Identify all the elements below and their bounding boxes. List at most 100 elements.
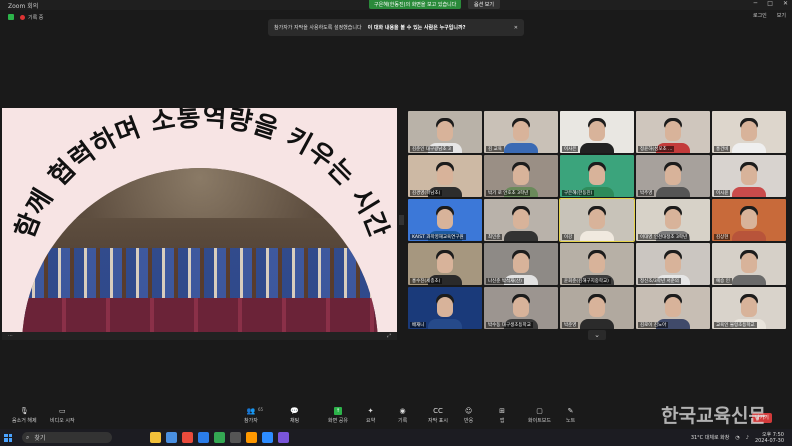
- participant-face: [437, 253, 453, 273]
- reactions-icon: ☺: [464, 407, 473, 415]
- participant-face: [513, 253, 529, 273]
- participant-name: 박수동 대구생초등학교: [486, 322, 533, 328]
- participant-face: [513, 165, 529, 185]
- taskbar-app-icon[interactable]: [182, 432, 193, 443]
- taskbar-app-icon[interactable]: [246, 432, 257, 443]
- toolbar-chat-button[interactable]: 💬 채팅: [290, 407, 299, 424]
- wifi-icon[interactable]: ◔: [735, 435, 739, 441]
- taskbar-search[interactable]: ⌕ 찾기: [22, 432, 112, 443]
- participant-tile[interactable]: 김 교육: [484, 111, 558, 153]
- toolbar-summary-button[interactable]: ✦ 요약: [366, 407, 375, 424]
- participant-face: [513, 209, 529, 229]
- share-menu-icon[interactable]: ⋯: [8, 333, 13, 339]
- taskbar-app-icon[interactable]: [166, 432, 177, 443]
- record-icon: ◉: [399, 407, 406, 415]
- taskbar-app-icon[interactable]: [262, 432, 273, 443]
- participant-tile[interactable]: 김경영(학남초): [408, 155, 482, 197]
- participant-face: [589, 165, 605, 185]
- participant-tile[interactable]: 윤회준(김해구지중학교): [560, 243, 634, 285]
- share-zoom-icon[interactable]: ⤢: [387, 333, 391, 339]
- participant-tile[interactable]: 김상현: [712, 199, 786, 241]
- participant-count: 65: [258, 407, 264, 412]
- participant-body: [732, 231, 766, 241]
- participant-name: 구은혜(한동진): [562, 190, 595, 196]
- participant-tile[interactable]: 배재니: [408, 287, 482, 329]
- participant-tile[interactable]: 이사은: [560, 111, 634, 153]
- participant-face: [665, 165, 681, 185]
- whiteboard-icon: ▢: [536, 407, 543, 415]
- taskbar-clock[interactable]: 오후 7:50 2024-07-30: [755, 432, 784, 444]
- volume-icon[interactable]: ♪: [746, 435, 749, 441]
- participant-tile[interactable]: 나신준 박석재(산): [484, 243, 558, 285]
- participant-body: [428, 319, 462, 329]
- participant-body: [656, 187, 690, 197]
- taskbar-app-icon[interactable]: [278, 432, 289, 443]
- shared-headline: 함께 협력하며 소통역량을 키우는 시간: [10, 108, 393, 242]
- participant-tile[interactable]: 최민준: [484, 199, 558, 241]
- toolbar-participants-button[interactable]: 👥 65 참가자: [244, 407, 263, 424]
- participant-name: 홍수진(세종초): [410, 278, 443, 284]
- participant-tile[interactable]: 박주영: [636, 155, 710, 197]
- participant-tile[interactable]: 김로이 김노아: [636, 287, 710, 329]
- toolbar-record-button[interactable]: ◉ 기록: [398, 407, 407, 424]
- participant-tile[interactable]: 이대영 인천대정초 3학년: [636, 199, 710, 241]
- toolbar-label: 화이트보드: [528, 418, 552, 424]
- weather-status[interactable]: 31°C 대체로 화창: [691, 434, 730, 441]
- toolbar-whiteboard-button[interactable]: ▢ 화이트보드: [528, 407, 551, 424]
- toolbar-label: 비디오 시작: [50, 418, 75, 424]
- participant-tile[interactable]: 박기 로 안호초 3학년: [484, 155, 558, 197]
- view-options-button[interactable]: 옵션 보기: [468, 0, 500, 9]
- participant-tile[interactable]: 김준인 대구광남초 3: [408, 111, 482, 153]
- windows-start-icon[interactable]: [4, 433, 12, 442]
- view-button[interactable]: 보기: [777, 12, 786, 19]
- participant-tile[interactable]: 박수동 대구생초등학교: [484, 287, 558, 329]
- participant-tile[interactable]: 구은혜(한동진): [560, 155, 634, 197]
- participant-face: [741, 297, 757, 317]
- video-off-icon: ▭: [58, 407, 66, 415]
- toolbar-reactions-button[interactable]: ☺ 반응: [464, 407, 473, 424]
- toolbar-microphone-muted-button[interactable]: 🎙 음소거 해제: [12, 407, 37, 424]
- participant-tile[interactable]: 이시윤: [712, 155, 786, 197]
- participant-tile[interactable]: KAIST 과학영재교육연구원: [408, 199, 482, 241]
- participant-tile[interactable]: 교육인 불렁초등학교: [712, 287, 786, 329]
- participant-tile[interactable]: 정신조/3학년 서준의: [636, 243, 710, 285]
- gallery-next-page-icon[interactable]: ⌄: [588, 330, 606, 340]
- participant-face: [589, 209, 605, 229]
- participant-tile[interactable]: 예승 인: [712, 243, 786, 285]
- newspaper-watermark: 한국교육신문: [661, 405, 766, 427]
- taskbar-app-icon[interactable]: [230, 432, 241, 443]
- participant-tile[interactable]: 박준영: [560, 287, 634, 329]
- participant-name: KAIST 과학영재교육연구원: [410, 234, 466, 240]
- participant-tile[interactable]: 홍건비: [712, 111, 786, 153]
- participant-face: [589, 121, 605, 141]
- taskbar-app-icon[interactable]: [150, 432, 161, 443]
- participant-tile[interactable]: 홍수진(세종초): [408, 243, 482, 285]
- toolbar-notes-button[interactable]: ✎ 노트: [566, 407, 575, 424]
- toolbar-share-screen-button[interactable]: ↑ 화면 공유: [328, 407, 348, 424]
- minimize-icon[interactable]: ─: [754, 0, 758, 7]
- screen-share-banner[interactable]: 구은혜(한동진)의 화면을 보고 있습니다: [369, 0, 462, 9]
- participant-tile[interactable]: 정윤하(성모초 ...: [636, 111, 710, 153]
- participant-face: [513, 121, 529, 141]
- participant-tile[interactable]: 이강: [559, 198, 635, 242]
- app-title: Zoom 회의: [8, 2, 39, 10]
- security-shield-icon[interactable]: [8, 14, 14, 20]
- taskbar-app-icon[interactable]: [198, 432, 209, 443]
- maximize-icon[interactable]: □: [767, 0, 773, 7]
- participant-face: [437, 165, 453, 185]
- participant-name: 예승 인: [714, 278, 732, 284]
- toolbar-captions-button[interactable]: CC 자막 표시: [428, 407, 448, 424]
- participant-body: [732, 187, 766, 197]
- taskbar-app-icon[interactable]: [214, 432, 225, 443]
- notice-close-icon[interactable]: ✕: [514, 25, 518, 31]
- participant-body: [580, 319, 614, 329]
- sign-in-button[interactable]: 로그인: [753, 12, 767, 19]
- gallery-divider-handle[interactable]: [399, 215, 404, 225]
- notice-link[interactable]: 이 대화 내용을 볼 수 있는 사람은 누구입니까?: [368, 24, 466, 31]
- clock-date: 2024-07-30: [754, 437, 784, 444]
- toolbar-video-off-button[interactable]: ▭ 비디오 시작: [50, 407, 75, 424]
- toolbar-apps-button[interactable]: ⊞ 앱: [498, 407, 506, 424]
- participant-face: [437, 297, 453, 317]
- close-icon[interactable]: ✕: [783, 0, 788, 7]
- toolbar-label: 앱: [499, 418, 505, 424]
